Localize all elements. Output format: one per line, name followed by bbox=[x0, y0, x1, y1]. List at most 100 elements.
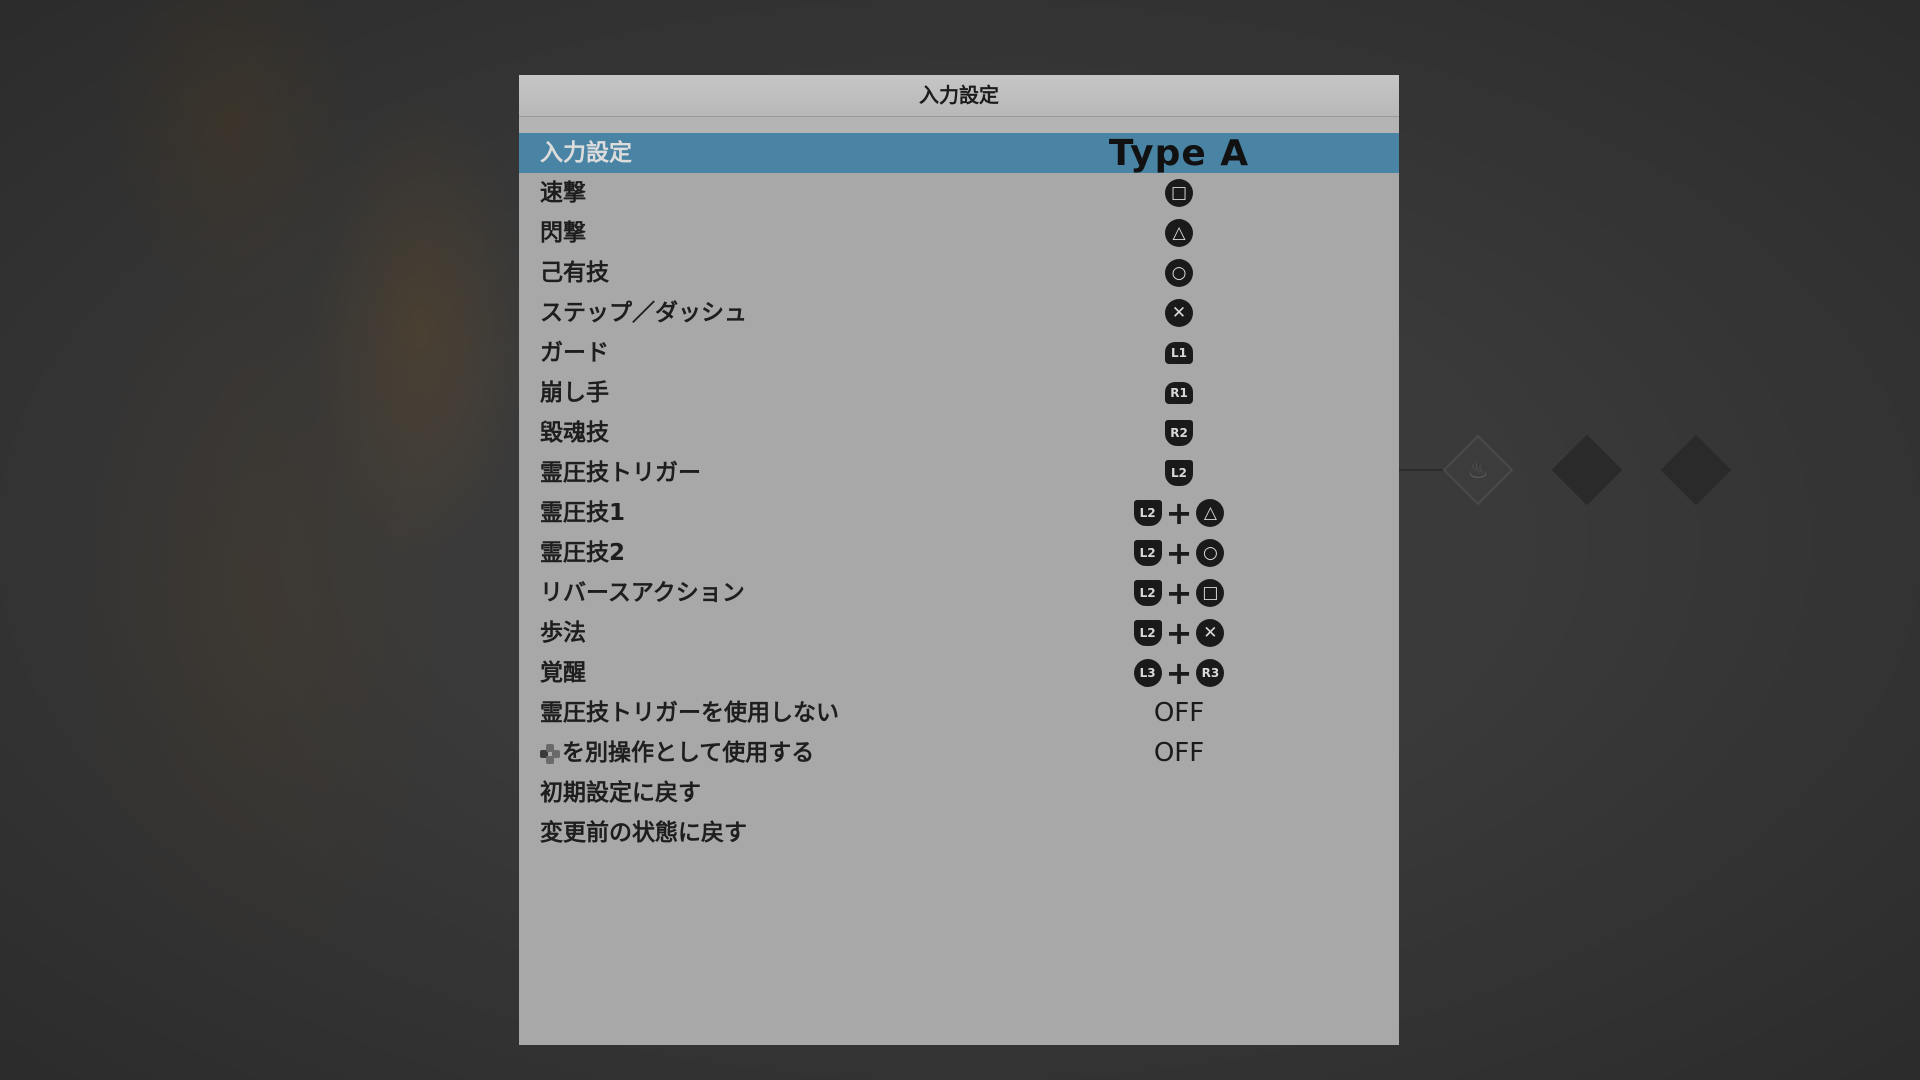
setting-label-text: 己有技 bbox=[540, 260, 609, 286]
setting-label-text: 覚醒 bbox=[540, 660, 586, 686]
plus-icon: + bbox=[1165, 614, 1193, 652]
r2-trigger-icon: R2 bbox=[1165, 420, 1193, 446]
setting-value: L2 + △ bbox=[1069, 493, 1289, 533]
setting-value: ✕ bbox=[1069, 293, 1289, 333]
setting-label-text: リバースアクション bbox=[540, 580, 745, 606]
setting-label-text: 入力設定 bbox=[540, 140, 632, 166]
setting-value: L1 bbox=[1069, 333, 1289, 373]
setting-label-text: ステップ／ダッシュ bbox=[540, 300, 747, 326]
settings-row[interactable]: 歩法 L2 + ✕ bbox=[519, 613, 1399, 653]
setting-label: 霊圧技トリガー bbox=[540, 453, 701, 493]
r3-stick-icon: R3 bbox=[1196, 659, 1225, 687]
page-indicator: ♨ bbox=[1389, 434, 1755, 506]
plus-icon: + bbox=[1165, 494, 1193, 532]
setting-label-text: 変更前の状態に戻す bbox=[540, 820, 747, 846]
circle-button-icon: ○ bbox=[1165, 259, 1193, 287]
settings-row[interactable]: 覚醒 L3 + R3 bbox=[519, 653, 1399, 693]
setting-value: OFF bbox=[1069, 733, 1289, 773]
indicator-diamond[interactable] bbox=[1551, 434, 1623, 506]
settings-row[interactable]: 閃撃 △ bbox=[519, 213, 1399, 253]
settings-row[interactable]: 崩し手 R1 bbox=[519, 373, 1399, 413]
setting-value: □ bbox=[1069, 173, 1289, 213]
settings-row[interactable]: を別操作として使用する OFF bbox=[519, 733, 1399, 773]
l3-stick-icon: L3 bbox=[1133, 659, 1162, 687]
plus-icon: + bbox=[1165, 654, 1193, 692]
indicator-diamond-active[interactable]: ♨ bbox=[1442, 434, 1514, 506]
l2-trigger-icon: L2 bbox=[1133, 500, 1162, 526]
setting-value-text: OFF bbox=[1153, 738, 1205, 768]
setting-label-text: 霊圧技2 bbox=[540, 540, 626, 566]
setting-value bbox=[1069, 773, 1289, 813]
setting-value: R1 bbox=[1069, 373, 1289, 413]
triangle-button-icon: △ bbox=[1196, 499, 1225, 527]
cross-button-icon: ✕ bbox=[1165, 299, 1193, 327]
setting-label: 覚醒 bbox=[540, 653, 586, 693]
settings-row[interactable]: 変更前の状態に戻す bbox=[519, 813, 1399, 853]
setting-label-text: 初期設定に戻す bbox=[540, 780, 701, 806]
settings-row[interactable]: リバースアクション L2 + □ bbox=[519, 573, 1399, 613]
setting-value bbox=[1069, 813, 1289, 853]
setting-label: 霊圧技トリガーを使用しない bbox=[540, 693, 839, 733]
setting-label: 己有技 bbox=[540, 253, 609, 293]
setting-label-text: を別操作として使用する bbox=[562, 740, 815, 766]
setting-value-text: Type A bbox=[1108, 132, 1250, 174]
setting-label: 崩し手 bbox=[540, 373, 609, 413]
settings-row[interactable]: 己有技 ○ bbox=[519, 253, 1399, 293]
setting-label: を別操作として使用する bbox=[540, 733, 814, 773]
setting-value: L2 + ○ bbox=[1069, 533, 1289, 573]
setting-value: L2 + □ bbox=[1069, 573, 1289, 613]
indicator-connector bbox=[1395, 469, 1445, 471]
settings-row[interactable]: 霊圧技2 L2 + ○ bbox=[519, 533, 1399, 573]
setting-value: △ bbox=[1069, 213, 1289, 253]
settings-row[interactable]: 霊圧技トリガー L2 bbox=[519, 453, 1399, 493]
cross-button-icon: ✕ bbox=[1196, 619, 1225, 647]
plus-icon: + bbox=[1165, 534, 1193, 572]
r1-button-icon: R1 bbox=[1165, 382, 1193, 404]
setting-value: L2 + ✕ bbox=[1069, 613, 1289, 653]
setting-value-text: OFF bbox=[1153, 698, 1205, 728]
square-button-icon: □ bbox=[1196, 579, 1225, 607]
setting-label-text: 霊圧技トリガー bbox=[540, 460, 701, 486]
plus-icon: + bbox=[1165, 574, 1193, 612]
square-button-icon: □ bbox=[1165, 179, 1193, 207]
settings-row[interactable]: ガード L1 bbox=[519, 333, 1399, 373]
setting-value: OFF bbox=[1069, 693, 1289, 733]
circle-button-icon: ○ bbox=[1196, 539, 1225, 567]
setting-label: 閃撃 bbox=[540, 213, 586, 253]
settings-list: 入力設定 Type A 速撃 □ 閃撃 △ 己有技 ○ ステップ／ダッシュ ✕ ガード L1 崩し手 R1… bbox=[519, 133, 1399, 853]
setting-value: ○ bbox=[1069, 253, 1289, 293]
indicator-diamond[interactable] bbox=[1660, 434, 1732, 506]
setting-value: Type A bbox=[1069, 132, 1289, 174]
settings-row[interactable]: 速撃 □ bbox=[519, 173, 1399, 213]
setting-label: ステップ／ダッシュ bbox=[540, 293, 747, 333]
setting-value: L3 + R3 bbox=[1069, 653, 1289, 693]
setting-label: 速撃 bbox=[540, 173, 586, 213]
setting-label-text: 霊圧技トリガーを使用しない bbox=[540, 700, 839, 726]
setting-label-text: ガード bbox=[540, 340, 609, 366]
setting-label-text: 毀魂技 bbox=[540, 420, 609, 446]
dpad-left-icon bbox=[540, 743, 560, 764]
setting-label: 霊圧技2 bbox=[540, 533, 625, 573]
setting-value: L2 bbox=[1069, 453, 1289, 493]
setting-label: リバースアクション bbox=[540, 573, 745, 613]
panel-subheader bbox=[519, 117, 1399, 133]
setting-label-text: 霊圧技1 bbox=[540, 500, 626, 526]
setting-label-text: 歩法 bbox=[540, 620, 586, 646]
settings-row[interactable]: 霊圧技1 L2 + △ bbox=[519, 493, 1399, 533]
setting-label: 入力設定 bbox=[540, 133, 632, 173]
panel-title: 入力設定 bbox=[519, 75, 1399, 117]
setting-label: 霊圧技1 bbox=[540, 493, 625, 533]
setting-label-text: 閃撃 bbox=[540, 220, 586, 246]
setting-label: 初期設定に戻す bbox=[540, 773, 701, 813]
setting-value: R2 bbox=[1069, 413, 1289, 453]
settings-row[interactable]: 初期設定に戻す bbox=[519, 773, 1399, 813]
input-settings-panel: 入力設定 入力設定 Type A 速撃 □ 閃撃 △ 己有技 ○ ステップ／ダッシュ ✕ ガード L1… bbox=[519, 75, 1399, 1045]
l1-button-icon: L1 bbox=[1165, 342, 1193, 364]
settings-row[interactable]: 霊圧技トリガーを使用しない OFF bbox=[519, 693, 1399, 733]
settings-row[interactable]: ステップ／ダッシュ ✕ bbox=[519, 293, 1399, 333]
flame-icon: ♨ bbox=[1467, 456, 1489, 484]
l2-trigger-icon: L2 bbox=[1133, 620, 1162, 646]
settings-row[interactable]: 毀魂技 R2 bbox=[519, 413, 1399, 453]
settings-row[interactable]: 入力設定 Type A bbox=[519, 132, 1399, 174]
l2-trigger-icon: L2 bbox=[1165, 460, 1193, 486]
